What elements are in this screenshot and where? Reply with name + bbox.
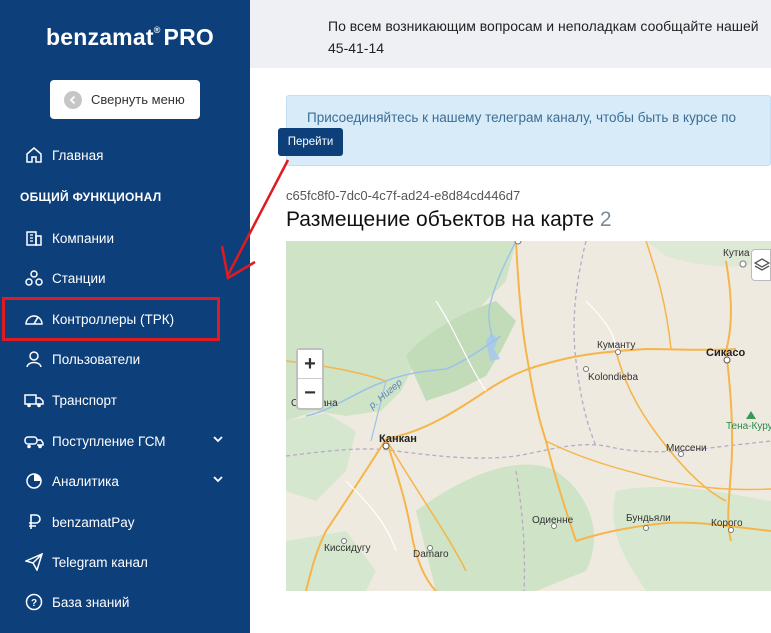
section-title: ОБЩИЙ ФУНКЦИОНАЛ (20, 190, 162, 204)
object-id: c65fc8f0-7dc0-4c7f-ad24-e8d84cd446d7 (286, 188, 521, 203)
sidebar-item-companies[interactable]: Компании (24, 226, 234, 250)
svg-text:?: ? (31, 598, 37, 609)
map-title: Размещение объектов на карте 2 (286, 208, 612, 232)
map-zoom-control: + − (296, 348, 324, 410)
pie-chart-icon (24, 471, 44, 491)
sidebar-item-telegram[interactable]: Telegram канал (24, 550, 234, 574)
support-notice-line1: По всем возникающим вопросам и неполадка… (328, 18, 759, 34)
map-label-boundiali: Бундьяли (626, 513, 671, 524)
sidebar-item-label: Транспорт (52, 392, 117, 408)
sidebar-item-knowledge-base[interactable]: ? База знаний (24, 590, 234, 614)
truck-icon (24, 390, 44, 410)
sidebar-item-label: Пользователи (52, 351, 141, 367)
layers-button[interactable] (751, 249, 771, 281)
map-label-kumantu: Куманту (597, 340, 636, 351)
telegram-alert: Присоединяйтесь к нашему телеграм каналу… (286, 95, 771, 166)
map-label-kankan: Канкан (379, 433, 417, 445)
network-icon (24, 268, 44, 288)
top-bar: По всем возникающим вопросам и неполадка… (250, 0, 771, 68)
fuel-truck-icon (24, 431, 44, 451)
support-notice: По всем возникающим вопросам и неполадка… (328, 15, 759, 59)
alert-text: Присоединяйтесь к нашему телеграм каналу… (307, 110, 737, 125)
map-title-text: Размещение объектов на карте (286, 208, 595, 231)
support-phone: 45-41-14 (328, 40, 385, 56)
home-icon (24, 145, 44, 165)
highlight-box (2, 297, 220, 341)
go-button[interactable]: Перейти (278, 128, 343, 156)
chevron-down-icon (212, 433, 224, 448)
map-label-korogo: Корого (711, 518, 743, 529)
map-label-misseni: Миссени (666, 443, 707, 454)
arrow-left-icon (64, 90, 82, 109)
map-label-kolondieba: Kolondieba (588, 372, 639, 383)
chevron-down-icon (212, 473, 224, 488)
brand-name: benzamat (46, 24, 154, 50)
sidebar-item-label: Станции (52, 270, 106, 286)
collapse-menu-button[interactable]: Свернуть меню (50, 80, 200, 119)
map-label-kutiala: Кутиа (723, 248, 750, 259)
map-object-count: 2 (599, 208, 612, 231)
sidebar-item-benzamatpay[interactable]: benzamatPay (24, 510, 234, 534)
sidebar-item-fuel-receipt[interactable]: Поступление ГСМ (24, 429, 234, 453)
sidebar-item-transport[interactable]: Транспорт (24, 388, 234, 412)
sidebar-item-label: Компании (52, 230, 115, 246)
map-label-damaro: Damaro (413, 549, 449, 560)
layers-icon (753, 257, 771, 278)
brand-suffix: PRO (163, 24, 214, 50)
sidebar-item-label: Главная (52, 147, 104, 163)
sidebar-item-users[interactable]: Пользователи (24, 347, 234, 371)
map-view[interactable]: Кутиа Куманту Сикасо Kolondieba Тена-Кур… (286, 241, 771, 591)
sidebar-item-home[interactable]: Главная (24, 143, 234, 167)
map-label-sikasso: Сикасо (706, 347, 746, 359)
map-tiles (286, 241, 771, 591)
map-label-tena-kuru: Тена-Куру (726, 421, 771, 432)
sidebar-item-analytics[interactable]: Аналитика (24, 469, 234, 493)
sidebar-item-label: Telegram канал (52, 554, 148, 570)
user-icon (24, 349, 44, 369)
building-icon (24, 228, 44, 248)
ruble-icon (24, 512, 44, 532)
map-label-kissidugu: Кисcидугу (324, 543, 371, 554)
sidebar-item-label: benzamatPay (52, 514, 135, 530)
sidebar-item-label: Поступление ГСМ (52, 433, 166, 449)
zoom-out-button[interactable]: − (298, 379, 322, 407)
map-label-odienne: Одиенне (532, 515, 574, 526)
paper-plane-icon (24, 552, 44, 572)
help-circle-icon: ? (24, 592, 44, 612)
sidebar-item-label: База знаний (52, 594, 130, 610)
zoom-in-button[interactable]: + (298, 350, 322, 378)
brand-logo[interactable]: benzamat® PRO (46, 24, 214, 51)
collapse-menu-label: Свернуть меню (91, 92, 185, 107)
sidebar-item-stations[interactable]: Станции (24, 266, 234, 290)
sidebar-item-label: Аналитика (52, 473, 119, 489)
